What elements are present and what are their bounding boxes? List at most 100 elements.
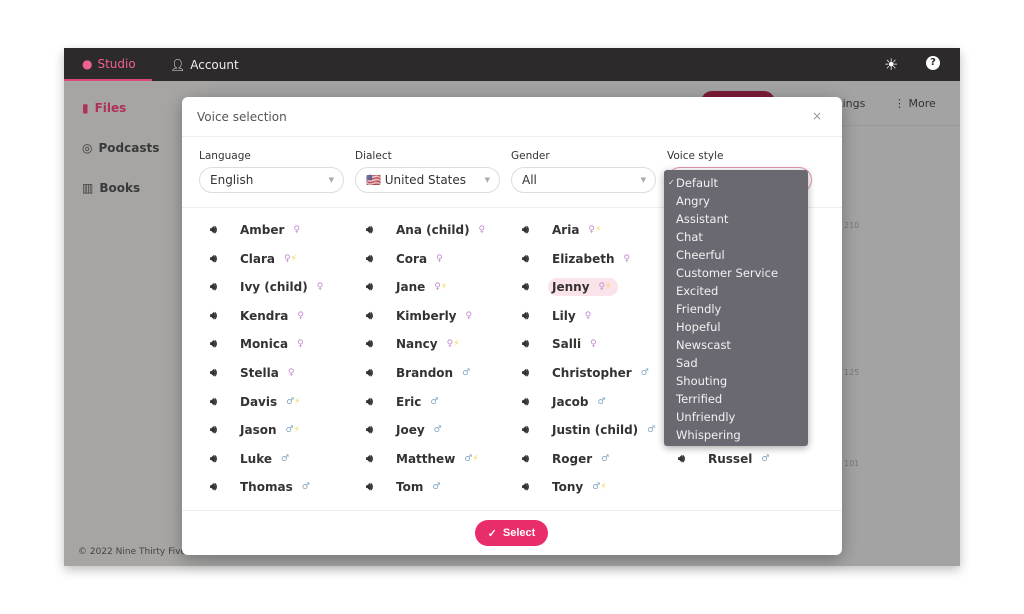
sidebar-item-files[interactable]: ▮ Files (82, 101, 126, 115)
speaker-icon[interactable]: 🔊︎ (210, 395, 236, 409)
speaker-icon[interactable]: 🔊︎ (366, 366, 392, 380)
voice-item[interactable]: 🔊︎ Aria ♀ ⚡︎ (522, 220, 607, 240)
voice-item[interactable]: 🔊︎ Russel ♂ (678, 449, 775, 469)
speaker-icon[interactable]: 🔊︎ (678, 452, 704, 466)
dropdown-option[interactable]: Angry (664, 192, 808, 210)
help-icon[interactable]: ? (926, 56, 940, 70)
lightning-icon: ⚡︎ (440, 282, 448, 293)
dropdown-option[interactable]: Assistant (664, 210, 808, 228)
voice-item[interactable]: 🔊︎ Kendra ♀ (210, 306, 310, 326)
dropdown-option[interactable]: Terrified (664, 390, 808, 408)
speaker-icon[interactable]: 🔊︎ (210, 366, 236, 380)
dropdown-option[interactable]: Shouting (664, 372, 808, 390)
speaker-icon[interactable]: 🔊︎ (210, 280, 236, 294)
speaker-icon[interactable]: 🔊︎ (210, 252, 236, 266)
select-button[interactable]: ✓ Select (475, 520, 548, 546)
tab-studio[interactable]: ● Studio (64, 48, 152, 81)
voice-item[interactable]: 🔊︎ Ana (child) ♀ (366, 220, 491, 240)
voice-item[interactable]: 🔊︎ Davis ♂ ⚡︎ (210, 392, 307, 412)
voice-item[interactable]: 🔊︎ Ivy (child) ♀ (210, 277, 329, 297)
speaker-icon[interactable]: 🔊︎ (366, 309, 392, 323)
voice-item[interactable]: 🔊︎ Lily ♀ (522, 306, 597, 326)
voice-name: Tony (552, 480, 584, 495)
dialect-select[interactable]: 🇺🇸 United States ▼ (355, 167, 500, 193)
close-icon[interactable]: × (812, 109, 822, 123)
speaker-icon[interactable]: 🔊︎ (522, 337, 548, 351)
speaker-icon[interactable]: 🔊︎ (210, 309, 236, 323)
voice-item[interactable]: 🔊︎ Elizabeth ♀ (522, 249, 636, 269)
speaker-icon[interactable]: 🔊︎ (522, 366, 548, 380)
speaker-icon[interactable]: 🔊︎ (522, 452, 548, 466)
speaker-icon[interactable]: 🔊︎ (522, 480, 548, 494)
voice-item[interactable]: 🔊︎ Tom ♂ (366, 477, 446, 497)
tab-account[interactable]: 👤︎ Account (170, 48, 239, 81)
voice-item[interactable]: 🔊︎ Jason ♂ ⚡︎ (210, 420, 306, 440)
speaker-icon[interactable]: 🔊︎ (522, 223, 548, 237)
voice-item[interactable]: 🔊︎ Stella ♀ (210, 363, 300, 383)
speaker-icon[interactable]: 🔊︎ (522, 280, 548, 294)
voice-item[interactable]: 🔊︎ Roger ♂ (522, 449, 615, 469)
speaker-icon[interactable]: 🔊︎ (366, 395, 392, 409)
dropdown-option[interactable]: Unfriendly (664, 408, 808, 426)
speaker-icon[interactable]: 🔊︎ (522, 252, 548, 266)
speaker-icon[interactable]: 🔊︎ (210, 337, 236, 351)
voice-item[interactable]: 🔊︎ Luke ♂ (210, 449, 295, 469)
speaker-icon[interactable]: 🔊︎ (210, 452, 236, 466)
voice-item[interactable]: 🔊︎ Jenny ♀ ⚡︎ (522, 277, 618, 297)
voice-name: Lily (552, 308, 576, 323)
dropdown-option[interactable]: Sad (664, 354, 808, 372)
studio-icon: ● (82, 56, 93, 71)
voice-item[interactable]: 🔊︎ Joey ♂ (366, 420, 448, 440)
speaker-icon[interactable]: 🔊︎ (210, 223, 236, 237)
dropdown-option[interactable]: Chat (664, 228, 808, 246)
dropdown-option[interactable]: Excited (664, 282, 808, 300)
dropdown-option[interactable]: ✓ Default (664, 174, 808, 192)
voice-item[interactable]: 🔊︎ Kimberly ♀ (366, 306, 478, 326)
speaker-icon[interactable]: 🔊︎ (210, 480, 236, 494)
chevron-down-icon: ▼ (328, 176, 334, 184)
voice-item[interactable]: 🔊︎ Clara ♀ ⚡︎ (210, 249, 303, 269)
sidebar-item-podcasts[interactable]: ◎ Podcasts (82, 141, 159, 155)
file-icon: ▮ (82, 101, 89, 115)
gender-select[interactable]: All ▼ (511, 167, 656, 193)
voice-item[interactable]: 🔊︎ Brandon ♂ (366, 363, 476, 383)
speaker-icon[interactable]: 🔊︎ (522, 395, 548, 409)
speaker-icon[interactable]: 🔊︎ (366, 452, 392, 466)
voice-item[interactable]: 🔊︎ Amber ♀ (210, 220, 306, 240)
more-button[interactable]: ⋮ More (894, 97, 936, 110)
option-label: Hopeful (676, 320, 721, 334)
voice-item[interactable]: 🔊︎ Justin (child) ♂ (522, 420, 661, 440)
speaker-icon[interactable]: 🔊︎ (210, 423, 236, 437)
voice-item[interactable]: 🔊︎ Salli ♀ (522, 334, 603, 354)
voice-item[interactable]: 🔊︎ Tony ♂ ⚡︎ (522, 477, 613, 497)
speaker-icon[interactable]: 🔊︎ (366, 480, 392, 494)
voice-item[interactable]: 🔊︎ Monica ♀ (210, 334, 310, 354)
voice-item[interactable]: 🔊︎ Christopher ♂ (522, 363, 655, 383)
voice-item[interactable]: 🔊︎ Cora ♀ (366, 249, 449, 269)
voice-item[interactable]: 🔊︎ Matthew ♂ ⚡︎ (366, 449, 485, 469)
voice-item[interactable]: 🔊︎ Nancy ♀ ⚡︎ (366, 334, 466, 354)
voice-item[interactable]: 🔊︎ Eric ♂ (366, 392, 444, 412)
speaker-icon[interactable]: 🔊︎ (366, 252, 392, 266)
voice-item[interactable]: 🔊︎ Jane ♀ ⚡︎ (366, 277, 453, 297)
dropdown-option[interactable]: Newscast (664, 336, 808, 354)
lightning-icon: ⚡︎ (600, 482, 607, 493)
speaker-icon[interactable]: 🔊︎ (366, 223, 392, 237)
voice-item[interactable]: 🔊︎ Thomas ♂ (210, 477, 316, 497)
female-icon: ♀ (446, 339, 454, 350)
voice-item[interactable]: 🔊︎ Jacob ♂ (522, 392, 612, 412)
sun-icon[interactable]: ☀ (884, 55, 898, 74)
dropdown-option[interactable]: Cheerful (664, 246, 808, 264)
dropdown-option[interactable]: Hopeful (664, 318, 808, 336)
speaker-icon[interactable]: 🔊︎ (366, 423, 392, 437)
dropdown-option[interactable]: Whispering (664, 426, 808, 444)
language-select[interactable]: English ▼ (199, 167, 344, 193)
dropdown-option[interactable]: Friendly (664, 300, 808, 318)
sidebar-item-books[interactable]: ▥ Books (82, 181, 140, 195)
speaker-icon[interactable]: 🔊︎ (366, 337, 392, 351)
speaker-icon[interactable]: 🔊︎ (366, 280, 392, 294)
speaker-icon[interactable]: 🔊︎ (522, 309, 548, 323)
sidebar-item-label: Books (99, 181, 141, 195)
dropdown-option[interactable]: Customer Service (664, 264, 808, 282)
speaker-icon[interactable]: 🔊︎ (522, 423, 548, 437)
